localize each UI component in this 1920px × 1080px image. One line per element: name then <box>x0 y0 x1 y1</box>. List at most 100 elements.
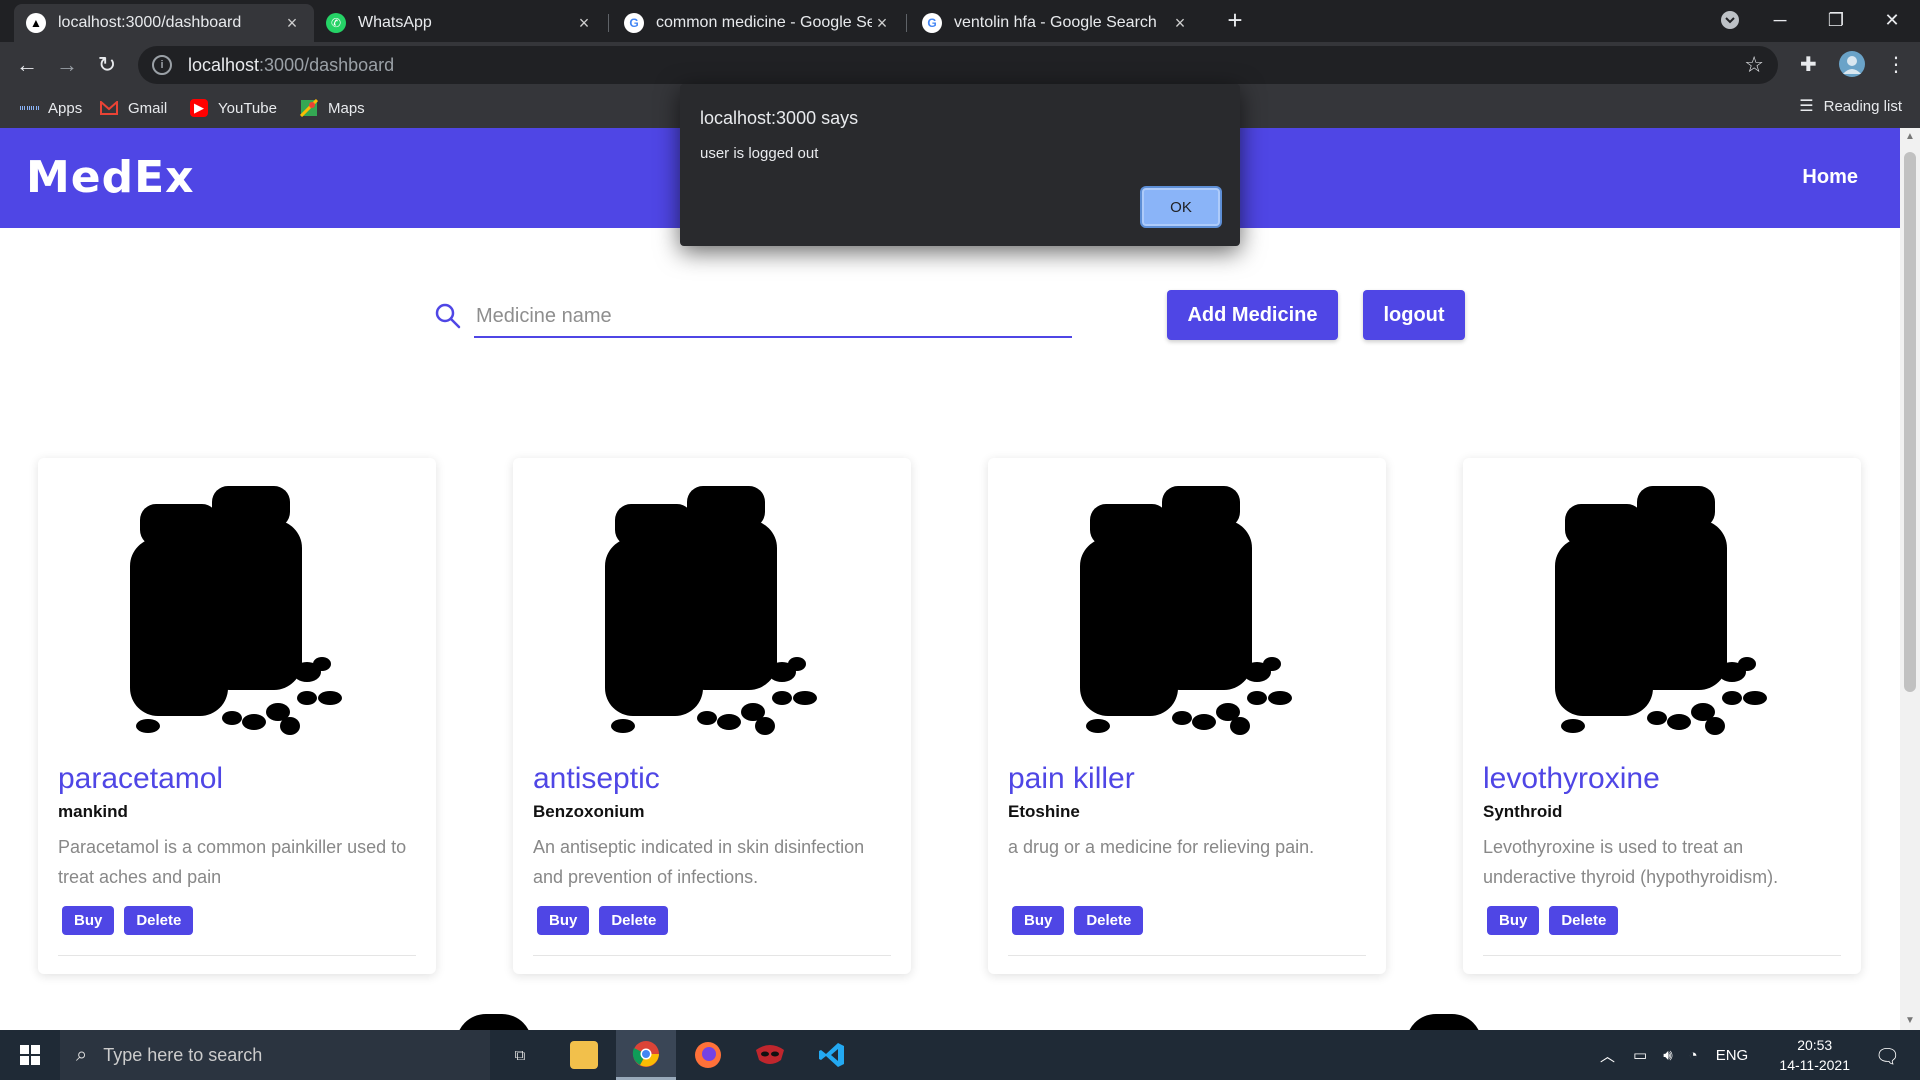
medicine-name: paracetamol <box>58 762 224 795</box>
url-path: :3000/dashboard <box>259 54 395 75</box>
reload-icon[interactable]: ↻ <box>92 50 122 80</box>
close-icon[interactable]: × <box>1170 13 1190 34</box>
bookmark-label: YouTube <box>218 99 277 117</box>
pill-bottles-icon <box>1080 486 1292 735</box>
card-actions: Buy Delete <box>1483 906 1841 935</box>
restore-icon[interactable]: ❐ <box>1808 0 1864 40</box>
card-divider <box>1008 955 1366 956</box>
info-icon[interactable]: i <box>152 55 172 75</box>
bookmark-star-icon[interactable]: ☆ <box>1744 52 1764 78</box>
close-icon[interactable]: × <box>574 13 594 34</box>
notification-icon[interactable]: 🗨︎ <box>1875 1044 1900 1069</box>
scroll-thumb[interactable] <box>1904 152 1916 692</box>
bookmark-gmail[interactable]: Gmail <box>100 96 167 120</box>
vscode-icon <box>819 1043 844 1067</box>
menu-kebab-icon[interactable]: ⋮ <box>1886 52 1906 77</box>
tab-ventolin[interactable]: G ventolin hfa - Google Search × <box>910 4 1202 42</box>
new-tab-button[interactable]: + <box>1222 7 1248 34</box>
gmail-icon <box>100 99 118 117</box>
medicine-description: An antiseptic indicated in skin disinfec… <box>533 837 865 887</box>
mask-app-taskbar-icon[interactable] <box>740 1030 800 1080</box>
back-icon[interactable]: ← <box>12 50 42 80</box>
tab-title: WhatsApp <box>358 14 432 31</box>
tab-common-medicine[interactable]: G common medicine - Google Sear × <box>612 4 904 42</box>
medicine-brand: Synthroid <box>1483 802 1563 821</box>
windows-taskbar: ⌕ Type here to search ⧉ ︿ ▭ 🔊︎ ◔ ENG 20:… <box>0 1030 1920 1080</box>
scroll-up-icon[interactable]: ▲ <box>1900 128 1920 146</box>
delete-button[interactable]: Delete <box>1549 906 1619 935</box>
page-scrollbar[interactable]: ▲ ▼ <box>1900 128 1920 1030</box>
dialog-message: user is logged out <box>700 145 819 162</box>
bookmark-label: Maps <box>328 99 365 117</box>
chrome-icon <box>632 1040 659 1067</box>
bookmark-maps[interactable]: Maps <box>300 96 365 120</box>
taskbar-search-box[interactable]: ⌕ Type here to search <box>60 1030 490 1080</box>
medicine-search-input[interactable] <box>474 296 1072 338</box>
vscode-taskbar-icon[interactable] <box>802 1030 862 1080</box>
medicine-description: a drug or a medicine for relieving pain. <box>1008 837 1315 857</box>
card-divider <box>58 955 416 956</box>
forward-icon[interactable]: → <box>52 50 82 80</box>
search-icon: ⌕ <box>76 1043 88 1066</box>
dialog-ok-button[interactable]: OK <box>1142 188 1220 226</box>
delete-button[interactable]: Delete <box>124 906 194 935</box>
brand-logo[interactable]: MedEx <box>26 152 195 203</box>
pill-bottles-icon <box>1555 486 1767 735</box>
tab-search-icon[interactable] <box>1710 0 1750 40</box>
battery-icon[interactable]: ▭ <box>1633 1046 1647 1064</box>
nav-home-link[interactable]: Home <box>1802 166 1858 189</box>
alert-dialog: localhost:3000 says user is logged out O… <box>680 84 1240 246</box>
medicine-card: pain killer Etoshine a drug or a medicin… <box>988 458 1386 974</box>
browser-toolbar: ← → ↻ i localhost:3000/dashboard ☆ ✚ ⋮ <box>0 42 1920 88</box>
reading-list-label: Reading list <box>1823 97 1902 115</box>
tab-dashboard[interactable]: ▲ localhost:3000/dashboard × <box>14 4 314 42</box>
card-actions: Buy Delete <box>58 906 416 935</box>
window-close-icon[interactable]: ✕ <box>1864 0 1920 40</box>
buy-button[interactable]: Buy <box>1012 906 1065 935</box>
task-view-icon[interactable]: ⧉ <box>490 1030 550 1080</box>
extensions-icon[interactable]: ✚ <box>1800 52 1817 77</box>
folder-icon <box>570 1041 598 1069</box>
close-icon[interactable]: × <box>872 13 892 34</box>
taskbar-clock[interactable]: 20:53 14-11-2021 <box>1779 1035 1850 1075</box>
pill-bottles-icon <box>605 486 817 735</box>
bookmark-youtube[interactable]: ▶ YouTube <box>190 96 277 120</box>
bookmark-apps[interactable]: Apps <box>20 96 82 120</box>
url-text[interactable]: localhost:3000/dashboard <box>188 55 394 76</box>
search-icon <box>434 302 462 330</box>
medicine-name: antiseptic <box>533 762 660 795</box>
buy-button[interactable]: Buy <box>537 906 590 935</box>
address-bar[interactable]: i localhost:3000/dashboard ☆ <box>138 46 1778 84</box>
red-mask-icon <box>756 1045 784 1064</box>
buy-button[interactable]: Buy <box>1487 906 1540 935</box>
firefox-taskbar-icon[interactable] <box>678 1030 738 1080</box>
chevron-up-icon[interactable]: ︿ <box>1600 1045 1615 1066</box>
medicine-bottles-image <box>58 458 416 736</box>
system-tray: ︿ ▭ 🔊︎ ◔ ENG <box>1600 1030 1748 1080</box>
add-medicine-button[interactable]: Add Medicine <box>1167 290 1338 340</box>
task-view-glyph: ⧉ <box>514 1046 526 1064</box>
minimize-icon[interactable]: ─ <box>1752 0 1808 40</box>
medicine-bottles-image <box>1008 458 1366 736</box>
tab-whatsapp[interactable]: ✆ WhatsApp × <box>314 4 606 42</box>
chrome-taskbar-icon[interactable] <box>616 1030 676 1080</box>
google-icon: G <box>624 13 644 33</box>
logout-button[interactable]: logout <box>1363 290 1465 340</box>
reading-list-button[interactable]: ☰ Reading list <box>1799 96 1902 116</box>
profile-avatar[interactable] <box>1838 50 1866 84</box>
file-explorer-icon[interactable] <box>554 1030 614 1080</box>
delete-button[interactable]: Delete <box>599 906 669 935</box>
delete-button[interactable]: Delete <box>1074 906 1144 935</box>
wifi-icon[interactable]: ◔ <box>1689 1047 1698 1064</box>
buy-button[interactable]: Buy <box>62 906 115 935</box>
url-host: localhost <box>188 54 260 75</box>
language-indicator[interactable]: ENG <box>1716 1047 1749 1064</box>
medicine-card: paracetamol mankind Paracetamol is a com… <box>38 458 436 974</box>
scroll-down-icon[interactable]: ▼ <box>1900 1012 1920 1030</box>
close-icon[interactable]: × <box>282 13 302 34</box>
tab-separator <box>906 14 907 32</box>
whatsapp-icon: ✆ <box>326 13 346 33</box>
youtube-icon: ▶ <box>190 99 208 117</box>
windows-start-icon[interactable] <box>20 1045 40 1065</box>
volume-icon[interactable]: 🔊︎ <box>1663 1047 1672 1064</box>
